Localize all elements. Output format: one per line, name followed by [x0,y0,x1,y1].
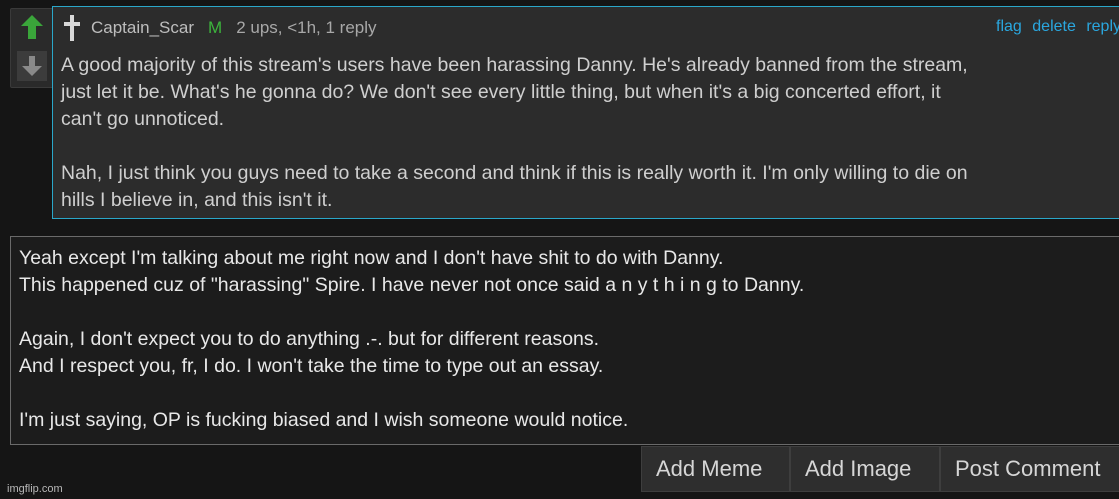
post-comment-button[interactable]: Post Comment [940,446,1119,492]
mod-badge: M [208,18,223,37]
arrow-up-icon [21,15,43,39]
upvote-button[interactable] [17,12,47,42]
comment-meta: 2 ups, <1h, 1 reply [236,18,377,37]
reply-link[interactable]: reply [1086,18,1119,35]
vote-column [10,8,54,88]
delete-link[interactable]: delete [1032,18,1076,35]
imgflip-watermark: imgflip.com [7,483,63,495]
add-meme-button[interactable]: Add Meme [641,446,790,492]
comment-actions: flag delete reply [990,18,1119,36]
parent-comment: Captain_Scar M 2 ups, <1h, 1 reply flag … [52,6,1119,219]
add-image-button[interactable]: Add Image [790,446,940,492]
downvote-button[interactable] [17,51,47,81]
comment-text: A good majority of this stream's users h… [61,54,968,211]
reply-actions: Add Meme Add Image Post Comment [641,446,1119,492]
cross-icon [61,13,83,43]
flag-link[interactable]: flag [996,18,1022,35]
comment-header: Captain_Scar M 2 ups, <1h, 1 reply [61,13,377,43]
comment-username[interactable]: Captain_Scar [91,18,194,38]
arrow-down-icon [22,56,42,76]
reply-textarea[interactable]: Yeah except I'm talking about me right n… [10,236,1119,445]
